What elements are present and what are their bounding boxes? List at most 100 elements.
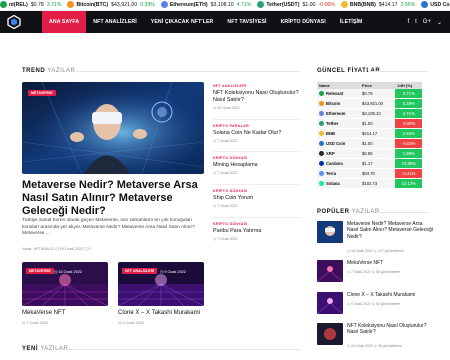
ticker-item[interactable]: nt(REL) $0.78 3.71%: [0, 0, 62, 10]
post-date: ◷ 7 Ocak 2022: [213, 139, 238, 143]
main-menu: ANA SAYFA NFT ANALİZLERİ YENİ ÇIKACAK NF…: [42, 11, 369, 33]
post-category[interactable]: KRİPTO DÜNYASI: [213, 156, 301, 160]
coin-icon: [319, 131, 324, 137]
post-title[interactable]: Solana Coin Ne Kadar Olur?: [213, 130, 301, 137]
popular-post-image[interactable]: [317, 260, 343, 282]
card-image[interactable]: METAVERSE ◷ 16 Ocak 2022: [22, 262, 108, 306]
popular-post-title[interactable]: Clone X – X Takashi Murakami: [347, 292, 435, 298]
coin-name: Bitcoin(BTC): [76, 2, 109, 8]
price-row[interactable]: BNB $414.17 2.56%: [317, 128, 422, 140]
divider: [376, 212, 428, 213]
nav-contact[interactable]: İLETİŞİM: [333, 11, 370, 33]
price-row[interactable]: Cardano $1.17 10.86%: [317, 158, 422, 170]
coin-cell: Cardano: [317, 158, 361, 170]
post-category[interactable]: KRİPTO DÜNYASI: [213, 222, 301, 226]
facebook-icon[interactable]: f: [407, 19, 409, 25]
ticker-item[interactable]: Tether(USDT) $1.00 -0.06%: [257, 0, 335, 10]
card-date: ◷ 7 Ocak 2022: [22, 321, 48, 325]
ticker-item[interactable]: Bitcoin(BTC) $43,921.00 0.39%: [67, 0, 155, 10]
coin-name: Tether(USDT): [266, 2, 300, 8]
post-title[interactable]: Ship Coin Yorum: [213, 195, 301, 202]
dropdown-icon[interactable]: ⌄: [437, 19, 442, 26]
hero-image[interactable]: METAVERSE: [22, 82, 204, 174]
nav-nft-analyses[interactable]: NFT ANALİZLERİ: [86, 11, 144, 33]
price-cell: $43,921.00: [360, 98, 396, 110]
ticker-item[interactable]: USD Coin(USDC): [421, 0, 450, 10]
coin-icon: [319, 151, 324, 157]
popular-post-image[interactable]: [317, 221, 343, 243]
coin-cell: Terra: [317, 168, 361, 180]
column-header-change: 24H (%): [395, 82, 422, 89]
post-title[interactable]: NFT Koleksiyonu Nasıl Oluşturulur? Nasıl…: [213, 90, 301, 104]
nav-crypto-world[interactable]: KRİPTO DÜNYASI: [274, 11, 333, 33]
card-date: ◷ 16 Ocak 2022: [54, 270, 83, 274]
popular-post-title[interactable]: Metaverse Nedir? Metaverse Arsa Nasıl Sa…: [347, 221, 435, 240]
coin-name: BNB: [326, 131, 336, 137]
side-post[interactable]: NFT ANALİZLERİ NFT Koleksiyonu Nasıl Olu…: [213, 84, 301, 110]
post-date: ◷ 7 Ocak 2022: [213, 237, 238, 241]
site-logo[interactable]: [7, 15, 21, 29]
divider: [72, 71, 300, 72]
coin-name: Ethereum: [326, 111, 346, 117]
coin-change: 0.39%: [140, 2, 155, 8]
post-title[interactable]: Paribu Para Yatırma: [213, 228, 301, 235]
coin-icon: [257, 0, 265, 8]
divider: [213, 119, 301, 120]
side-post[interactable]: KRİPTO PARALAR Solana Coin Ne Kadar Olur…: [213, 124, 301, 143]
popular-post-image[interactable]: [317, 323, 343, 345]
side-post[interactable]: KRİPTO DÜNYASI Ship Coin Yorum ◷ 7 Ocak …: [213, 189, 301, 208]
popular-post-meta: ◷ 9 Ocak 2022 ◎ 53 görüntüleme: [347, 302, 401, 306]
nav-nft-advice[interactable]: NFT TAVSİYESİ: [220, 11, 273, 33]
coin-name: Bitcoin: [326, 101, 341, 107]
nav-upcoming-nfts[interactable]: YENİ ÇIKACAK NFT'LER: [144, 11, 221, 33]
change-cell: 4.71%: [395, 108, 422, 120]
post-category[interactable]: NFT ANALİZLERİ: [213, 84, 301, 88]
card-title[interactable]: MekaVerse NFT: [22, 310, 65, 316]
card-image[interactable]: NFT ANALİZLERİ ◷ 9 Ocak 2022: [118, 262, 204, 306]
coin-price: $0.78: [30, 2, 44, 8]
ticker-item[interactable]: Ethereum(ETH) $3,108.10 4.71%: [160, 0, 251, 10]
post-category[interactable]: KRİPTO DÜNYASI: [213, 189, 301, 193]
coin-change: 3.71%: [46, 2, 62, 8]
hero-title[interactable]: Metaverse Nedir? Metaverse Arsa Nasıl Sa…: [22, 179, 212, 218]
nav-home[interactable]: ANA SAYFA: [42, 11, 87, 33]
ticker-item[interactable]: BNB(BNB) $414.17 2.56%: [340, 0, 416, 10]
card-category-badge[interactable]: METAVERSE: [26, 268, 54, 274]
coin-cell: Ethereum: [317, 108, 361, 120]
card-category-badge[interactable]: NFT ANALİZLERİ: [122, 268, 158, 274]
card-title[interactable]: Clone X – X Takashi Murakami: [118, 310, 200, 316]
coin-change: 2.56%: [400, 2, 416, 8]
price-row[interactable]: Bitcoin $43,921.00 0.39%: [317, 98, 422, 110]
trend-section-title: TREND YAZILAR: [22, 68, 76, 74]
price-row[interactable]: Relevant $0.78 3.71%: [317, 89, 422, 100]
coin-price: $1.00: [302, 2, 316, 8]
popular-post-title[interactable]: MekaVerse NFT: [347, 260, 435, 266]
coin-cell: Solana: [317, 178, 361, 190]
side-post[interactable]: KRİPTO DÜNYASI Mining Hesaplama ◷ 7 Ocak…: [213, 156, 301, 175]
price-row[interactable]: Terra $93.70 -0.41%: [317, 168, 422, 180]
post-category[interactable]: KRİPTO PARALAR: [213, 124, 301, 128]
main-navbar: ANA SAYFA NFT ANALİZLERİ YENİ ÇIKACAK NF…: [0, 11, 450, 33]
google-plus-icon[interactable]: G+: [423, 19, 431, 25]
popular-post-title[interactable]: NFT Koleksiyonu Nasıl Oluşturulur? Nasıl…: [347, 323, 435, 336]
coin-change: -0.06%: [318, 2, 335, 8]
coin-name: Ethereum(ETH): [169, 2, 208, 8]
divider: [213, 151, 301, 152]
price-row[interactable]: Ethereum $3,108.10 4.71%: [317, 108, 422, 120]
coin-name: XRP: [326, 151, 335, 157]
side-post[interactable]: KRİPTO DÜNYASI Paribu Para Yatırma ◷ 7 O…: [213, 222, 301, 241]
coin-icon: [319, 111, 324, 117]
change-badge: -0.06%: [395, 119, 422, 129]
post-title[interactable]: Mining Hesaplama: [213, 162, 301, 169]
twitter-icon[interactable]: t: [415, 19, 417, 25]
price-cell: $0.85: [360, 148, 396, 160]
coin-icon: [67, 0, 75, 8]
change-cell: -0.06%: [395, 118, 422, 130]
price-row[interactable]: Solana $102.73 10.13%: [317, 178, 422, 190]
price-row[interactable]: Tether $1.00 -0.06%: [317, 118, 422, 130]
popular-post-image[interactable]: [317, 292, 343, 314]
price-row[interactable]: USD Coin $1.00 -0.03%: [317, 138, 422, 150]
coin-name: Relevant: [326, 91, 344, 97]
hero-category-badge[interactable]: METAVERSE: [28, 90, 56, 96]
price-row[interactable]: XRP $0.85 1.98%: [317, 148, 422, 160]
